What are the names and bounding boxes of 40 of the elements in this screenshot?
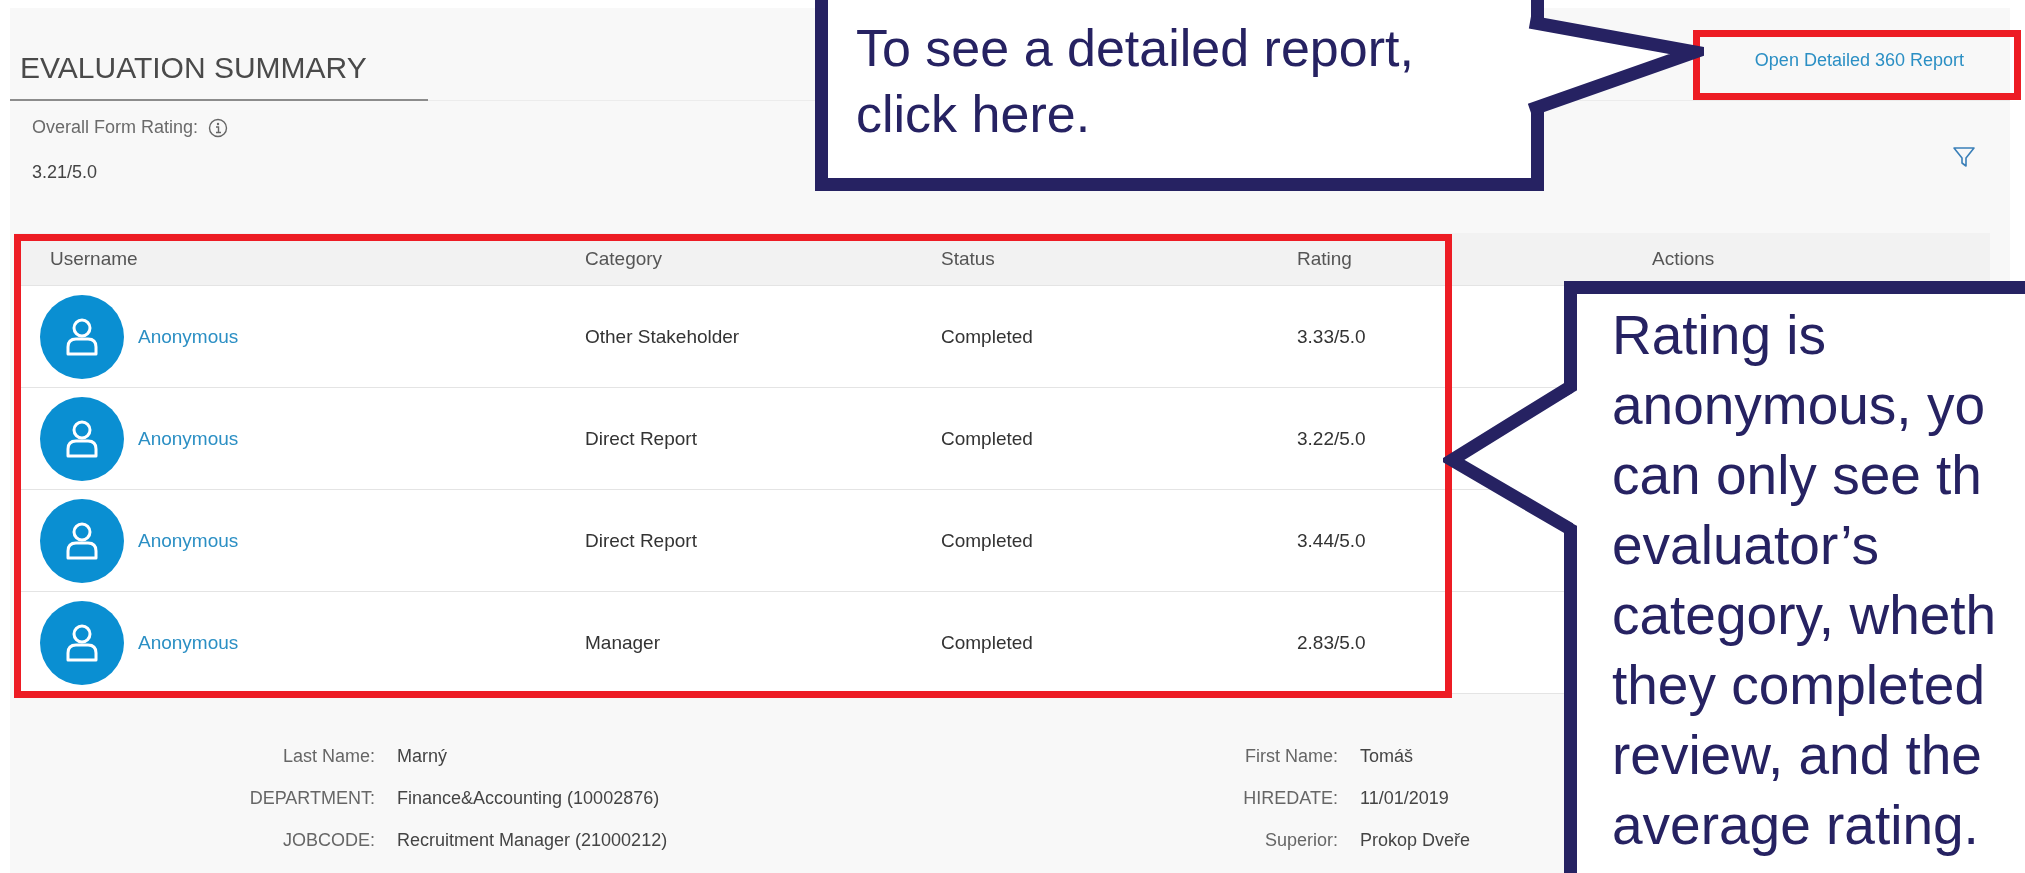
field-label: Superior: [1264,830,1338,851]
table-cell-text: Manager [585,631,661,654]
rating-label: Overall Form Rating: [32,117,199,138]
filter-icon[interactable] [1952,145,1976,169]
column-header: Status [941,248,996,270]
table-cell-text: Completed [941,631,1034,654]
field-label: DEPARTMENT: [249,788,375,809]
username-link[interactable]: Anonymous [138,529,239,552]
field-value: Finance&Accounting (10002876) [397,788,660,809]
table-cell-text: 2.83/5.0 [1297,631,1367,654]
username-link[interactable]: Anonymous [138,631,239,654]
table-cell-text: 3.33/5.0 [1297,325,1367,348]
column-header: Category [585,248,664,270]
column-header: Username [50,248,139,270]
field-label: Last Name: [282,746,375,767]
report-link[interactable]: Open Detailed 360 Report [1754,50,1964,71]
table-cell-text: 3.22/5.0 [1297,427,1367,450]
field-label: First Name: [1245,746,1338,767]
section-title: EVALUATION SUMMARY [10,51,428,101]
column-header: Rating [1297,248,1353,270]
table-cell-text: Completed [941,325,1034,348]
column-header: Actions [1652,248,1716,270]
table-cell-text: Other Stakeholder [585,325,741,348]
username-link[interactable]: Anonymous [138,427,239,450]
field-value: 11/01/2019 [1360,788,1449,809]
field-label: HIREDATE: [1243,788,1338,809]
table-cell-text: Completed [941,427,1034,450]
field-value: Recruitment Manager (21000212) [397,830,668,851]
callout-text: To see a detailed report, click here. [815,0,1544,191]
table-cell-text: Completed [941,529,1034,552]
username-link[interactable]: Anonymous [138,325,239,348]
field-value: Marný [397,746,447,767]
table-cell-text: Direct Report [585,529,698,552]
rating-value: 3.21/5.0 [32,162,99,183]
field-label: JOBCODE: [283,830,375,851]
callout-text: Rating is anonymous, yo can only see th evaluator’s category, wheth they completed review, and the average rating. [1564,281,2025,873]
field-value: Prokop Dveře [1360,830,1471,851]
field-value: Tomáš [1360,746,1413,767]
info-icon[interactable] [208,117,229,138]
table-cell-text: Direct Report [585,427,698,450]
